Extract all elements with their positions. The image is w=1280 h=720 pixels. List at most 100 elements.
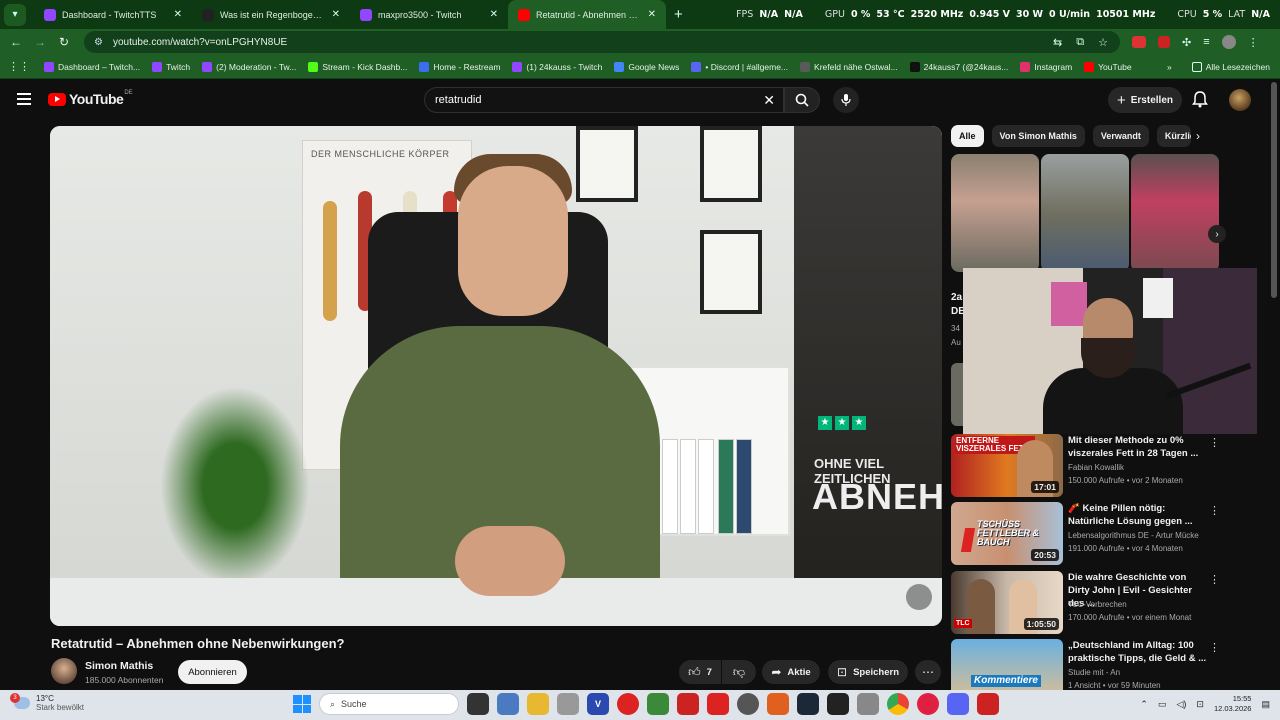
- bookmark-item[interactable]: Stream - Kick Dashb...: [308, 61, 407, 72]
- epic-games-icon[interactable]: [827, 693, 849, 715]
- more-vertical-icon[interactable]: ⋮: [1209, 573, 1220, 586]
- more-vertical-icon[interactable]: ⋮: [1209, 641, 1220, 654]
- extension-icon[interactable]: [1132, 36, 1146, 48]
- app-icon[interactable]: [737, 693, 759, 715]
- translate-icon[interactable]: ⇆: [1053, 36, 1062, 49]
- bookmark-item[interactable]: YouTube: [1084, 61, 1132, 72]
- close-icon[interactable]: ✕: [490, 9, 498, 20]
- chevron-right-icon[interactable]: ›: [1196, 129, 1200, 143]
- taskbar-search[interactable]: ⌕ Suche: [319, 693, 459, 715]
- close-icon[interactable]: ✕: [332, 9, 340, 20]
- short-thumbnail[interactable]: [1041, 154, 1129, 272]
- tab-search-button[interactable]: ▾: [4, 3, 26, 26]
- chip-related[interactable]: Verwandt: [1092, 125, 1149, 147]
- recommended-video[interactable]: ENTFERNE VISZERALES FETT 17:01 Mit diese…: [951, 434, 1271, 498]
- app-icon[interactable]: [977, 693, 999, 715]
- bookmark-item[interactable]: Dashboard – Twitch...: [44, 61, 140, 72]
- extension-icon-2[interactable]: [1158, 36, 1170, 48]
- page-scrollbar[interactable]: [1271, 82, 1277, 298]
- back-arrow-icon[interactable]: ←: [4, 35, 28, 49]
- all-bookmarks-folder[interactable]: Alle Lesezeichen: [1191, 61, 1270, 72]
- dislike-button[interactable]: 👎︎: [722, 660, 756, 684]
- video-title[interactable]: „Deutschland im Alltag: 100 praktische T…: [1068, 639, 1208, 665]
- tab-dashboard[interactable]: Dashboard - TwitchTTS ✕: [34, 0, 192, 29]
- tray-icon[interactable]: ⊡: [1196, 699, 1204, 710]
- chip-from-channel[interactable]: Von Simon Mathis: [991, 125, 1085, 147]
- chip-all[interactable]: Alle: [951, 125, 984, 147]
- new-tab-button[interactable]: +: [674, 6, 683, 23]
- video-title[interactable]: 🧨 Keine Pillen nötig: Natürliche Lösung …: [1068, 502, 1208, 528]
- account-avatar[interactable]: [1229, 89, 1251, 111]
- profile-icon[interactable]: [1221, 35, 1236, 49]
- bookmark-star-icon[interactable]: ☆: [1098, 36, 1108, 49]
- extensions-puzzle-icon[interactable]: ✣: [1182, 36, 1191, 49]
- app-icon[interactable]: [857, 693, 879, 715]
- task-view-icon[interactable]: [467, 693, 489, 715]
- short-thumbnail[interactable]: [951, 154, 1039, 272]
- app-icon[interactable]: [677, 693, 699, 715]
- channel-watermark[interactable]: [906, 584, 932, 610]
- video-thumbnail[interactable]: ENTFERNE VISZERALES FETT 17:01: [951, 434, 1063, 497]
- media-controls-icon[interactable]: ≡: [1203, 36, 1209, 48]
- channel-name[interactable]: Fabian Kowallik: [1068, 463, 1124, 472]
- app-icon[interactable]: [707, 693, 729, 715]
- forward-arrow-icon[interactable]: →: [28, 35, 52, 49]
- file-explorer-icon[interactable]: [527, 693, 549, 715]
- create-button[interactable]: + Erstellen: [1108, 87, 1182, 113]
- chevron-up-icon[interactable]: ⌃: [1140, 699, 1148, 710]
- discord-icon[interactable]: [947, 693, 969, 715]
- tab-retatrutid[interactable]: Retatrutid - Abnehmen ohne N ✕: [508, 0, 666, 29]
- chrome-menu-icon[interactable]: ⋮: [1248, 36, 1259, 49]
- address-bar[interactable]: ⚙ youtube.com/watch?v=onLPGHYN8UE ⇆ ⧉ ☆: [84, 31, 1120, 53]
- video-thumbnail[interactable]: TLC 1:05:50: [951, 571, 1063, 634]
- more-actions-button[interactable]: ⋯: [915, 660, 941, 684]
- channel-name[interactable]: Studie mit - An: [1068, 668, 1120, 677]
- channel-name[interactable]: Lebensalgorithmus DE - Artur Mücke: [1068, 531, 1199, 540]
- share-button[interactable]: ➦ Aktie: [762, 660, 820, 684]
- like-button[interactable]: 👍︎ 7: [679, 660, 721, 684]
- bookmark-item[interactable]: Instagram: [1020, 61, 1072, 72]
- app-icon[interactable]: [647, 693, 669, 715]
- search-button[interactable]: [784, 87, 820, 113]
- more-bookmarks-icon[interactable]: »: [1167, 62, 1172, 72]
- bookmark-item[interactable]: (2) Moderation - Tw...: [202, 61, 296, 72]
- app-icon[interactable]: [617, 693, 639, 715]
- bookmark-item[interactable]: Twitch: [152, 61, 190, 72]
- opera-icon[interactable]: [917, 693, 939, 715]
- save-button[interactable]: ⊡ Speichern: [828, 660, 908, 684]
- bookmark-item[interactable]: (1) 24kauss - Twitch: [512, 61, 602, 72]
- site-info-icon[interactable]: ⚙: [94, 37, 103, 48]
- channel-name[interactable]: TLC-Verbrechen: [1068, 600, 1127, 609]
- notifications-icon[interactable]: ▤: [1261, 699, 1270, 710]
- close-icon[interactable]: ✕: [174, 9, 182, 20]
- reload-icon[interactable]: ↻: [52, 35, 76, 49]
- mouse-app-icon[interactable]: [557, 693, 579, 715]
- install-icon[interactable]: ⧉: [1076, 36, 1084, 49]
- more-vertical-icon[interactable]: ⋮: [1209, 436, 1220, 449]
- youtube-logo[interactable]: YouTube DE: [48, 90, 133, 107]
- calculator-icon[interactable]: [497, 693, 519, 715]
- menu-icon[interactable]: [17, 93, 31, 108]
- video-player[interactable]: DER MENSCHLICHE KÖRPER ★ ★ ★ OHNE VIEL ZEI…: [50, 126, 942, 626]
- channel-avatar[interactable]: [51, 658, 77, 684]
- voice-search-button[interactable]: [833, 87, 859, 113]
- clear-search-icon[interactable]: ✕: [763, 92, 775, 109]
- search-input[interactable]: retatrudid ✕: [424, 87, 784, 113]
- bookmark-item[interactable]: • Discord | #allgeme...: [691, 61, 788, 72]
- bookmark-item[interactable]: Home - Restream: [419, 61, 500, 72]
- chrome-icon[interactable]: [887, 693, 909, 715]
- weather-widget[interactable]: 3 13°C Stark bewölkt: [10, 693, 84, 712]
- bookmark-item[interactable]: Google News: [614, 61, 679, 72]
- windows-start-icon[interactable]: [293, 695, 311, 713]
- steam-icon[interactable]: [797, 693, 819, 715]
- more-vertical-icon[interactable]: ⋮: [1209, 504, 1220, 517]
- recommended-video[interactable]: TSCHÜSS FETTLEBER & BAUCH 20:53 🧨 Keine …: [951, 502, 1271, 566]
- notifications-button[interactable]: [1192, 90, 1208, 113]
- recommended-video[interactable]: TLC 1:05:50 Die wahre Geschichte von Dir…: [951, 571, 1271, 635]
- bookmark-item[interactable]: 24kauss7 (@24kaus...: [909, 61, 1008, 72]
- close-icon[interactable]: ✕: [648, 9, 656, 20]
- video-title[interactable]: Mit dieser Methode zu 0% viszerales Fett…: [1068, 434, 1208, 460]
- channel-name[interactable]: Simon Mathis: [85, 660, 153, 672]
- network-icon[interactable]: ▭: [1158, 699, 1167, 710]
- app-icon[interactable]: [767, 693, 789, 715]
